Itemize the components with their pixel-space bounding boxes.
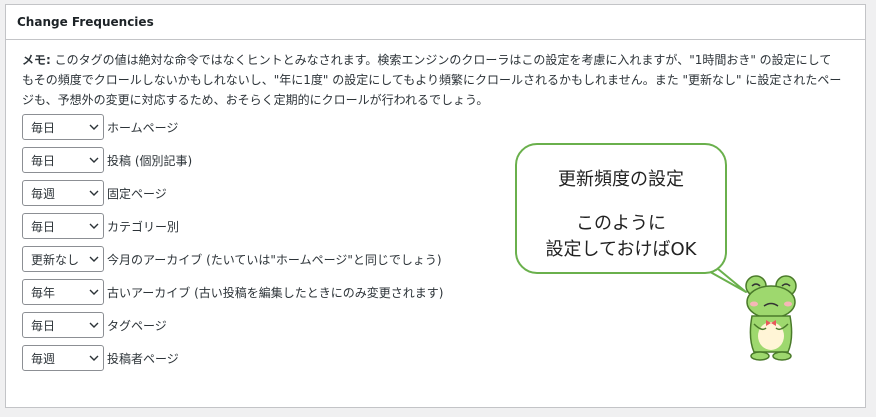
bubble-line-2: このように bbox=[576, 213, 666, 234]
frequency-select-old-archive[interactable]: 毎年 bbox=[22, 279, 104, 305]
chevron-down-icon bbox=[89, 320, 99, 330]
frequency-row-categories: 毎日 カテゴリー別 bbox=[22, 213, 443, 239]
frequency-row-posts: 毎日 投稿 (個別記事) bbox=[22, 147, 443, 173]
row-label-tags: タグページ bbox=[107, 318, 167, 333]
row-label-home: ホームページ bbox=[107, 120, 179, 135]
chevron-down-icon bbox=[89, 254, 99, 264]
select-value: 毎日 bbox=[31, 318, 56, 333]
select-value: 毎週 bbox=[31, 351, 56, 366]
select-value: 更新なし bbox=[31, 252, 80, 267]
row-label-authors: 投稿者ページ bbox=[107, 351, 179, 366]
bubble-line-1: 更新頻度の設定 bbox=[558, 169, 684, 190]
bubble-text: このように 設定しておけばOK bbox=[517, 211, 725, 263]
select-value: 毎日 bbox=[31, 120, 56, 135]
row-label-current-archive: 今月のアーカイブ (たいていは"ホームページ"と同じでしょう) bbox=[107, 252, 442, 267]
frequency-select-tags[interactable]: 毎日 bbox=[22, 312, 104, 338]
row-label-categories: カテゴリー別 bbox=[107, 219, 180, 234]
select-value: 毎週 bbox=[31, 186, 56, 201]
note-label: メモ: bbox=[22, 53, 51, 67]
chevron-down-icon bbox=[89, 122, 99, 132]
frequency-row-authors: 毎週 投稿者ページ bbox=[22, 345, 443, 371]
row-label-pages: 固定ページ bbox=[107, 186, 167, 201]
frequency-select-current-archive[interactable]: 更新なし bbox=[22, 246, 104, 272]
select-value: 毎日 bbox=[31, 219, 56, 234]
note-text: メモ: このタグの値は絶対な命令ではなくヒントとみなされます。検索エンジンのクロ… bbox=[22, 50, 842, 110]
frog-mascot-icon bbox=[745, 275, 797, 361]
frequency-select-pages[interactable]: 毎週 bbox=[22, 180, 104, 206]
frequency-row-current-archive: 更新なし 今月のアーカイブ (たいていは"ホームページ"と同じでしょう) bbox=[22, 246, 443, 272]
chevron-down-icon bbox=[89, 221, 99, 231]
frequency-row-tags: 毎日 タグページ bbox=[22, 312, 443, 338]
row-label-posts: 投稿 (個別記事) bbox=[107, 153, 193, 168]
chevron-down-icon bbox=[89, 188, 99, 198]
chevron-down-icon bbox=[89, 353, 99, 363]
frequency-rows: 毎日 ホームページ 毎日 投稿 (個別記事) 毎週 固定ページ 毎日 カテゴリー… bbox=[22, 114, 443, 378]
frequency-select-categories[interactable]: 毎日 bbox=[22, 213, 104, 239]
row-label-old-archive: 古いアーカイブ (古い投稿を編集したときにのみ変更されます) bbox=[107, 285, 444, 300]
select-value: 毎日 bbox=[31, 153, 56, 168]
frequency-select-posts[interactable]: 毎日 bbox=[22, 147, 104, 173]
chevron-down-icon bbox=[89, 155, 99, 165]
frequency-select-authors[interactable]: 毎週 bbox=[22, 345, 104, 371]
frequency-row-pages: 毎週 固定ページ bbox=[22, 180, 443, 206]
select-value: 毎年 bbox=[31, 285, 56, 300]
frequency-row-old-archive: 毎年 古いアーカイブ (古い投稿を編集したときにのみ変更されます) bbox=[22, 279, 443, 305]
frequency-row-home: 毎日 ホームページ bbox=[22, 114, 443, 140]
note-body: このタグの値は絶対な命令ではなくヒントとみなされます。検索エンジンのクローラはこ… bbox=[22, 53, 842, 107]
chevron-down-icon bbox=[89, 287, 99, 297]
speech-bubble: 更新頻度の設定 このように 設定しておけばOK bbox=[515, 143, 727, 274]
panel-header: Change Frequencies bbox=[6, 5, 865, 40]
frequency-select-home[interactable]: 毎日 bbox=[22, 114, 104, 140]
panel-title: Change Frequencies bbox=[17, 15, 154, 29]
bubble-line-3: 設定しておけばOK bbox=[545, 239, 697, 260]
